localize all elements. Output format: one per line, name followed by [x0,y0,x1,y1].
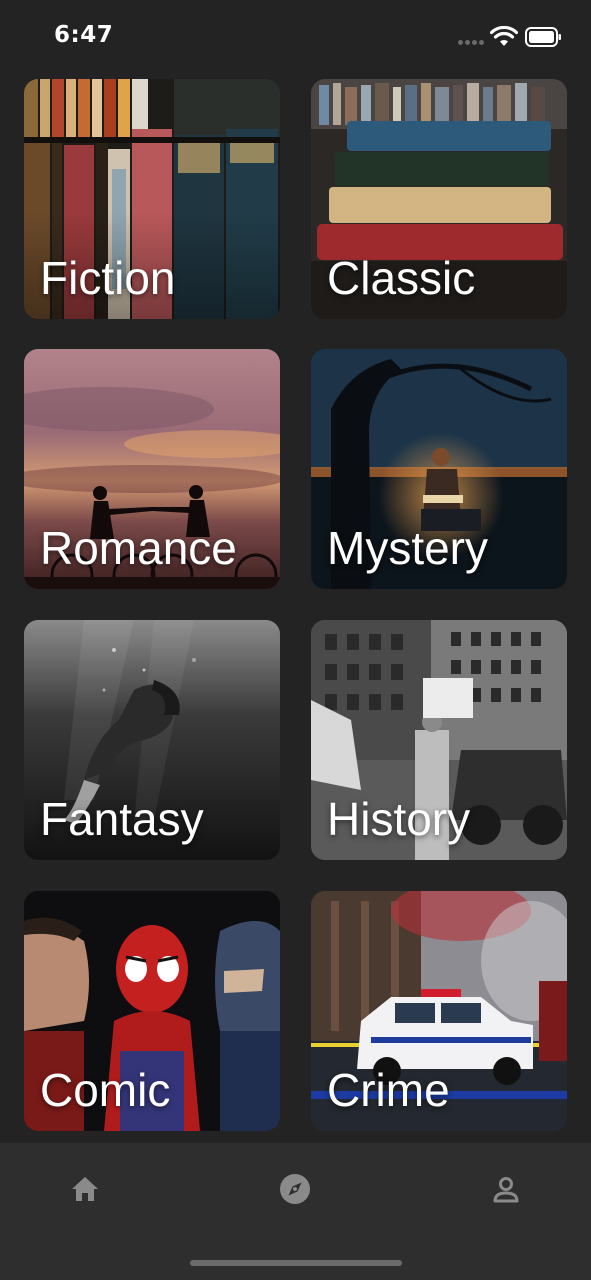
screen: 6:47 Fiction Classic Romance Mystery Fan… [0,0,591,1280]
genre-label: Crime [327,1064,450,1116]
wifi-icon [490,26,518,46]
genre-card-romance[interactable]: Romance [24,349,280,589]
genre-label: History [327,793,471,845]
genre-card-fiction[interactable]: Fiction [24,79,280,319]
genre-label: Classic [327,252,476,304]
genre-card-mystery[interactable]: Mystery [311,349,567,589]
genre-label: Comic [40,1064,171,1116]
genre-card-comic[interactable]: Comic [24,891,280,1131]
signal-dots-icon [458,40,484,46]
home-icon [72,1177,98,1201]
home-indicator [190,1260,402,1266]
genre-card-history[interactable]: History [311,620,567,860]
battery-icon [525,27,561,47]
status-time: 6:47 [54,22,114,48]
nav-profile-button[interactable] [484,1167,528,1211]
person-icon [493,1177,519,1203]
genre-label: Mystery [327,522,488,574]
status-bar: 6:47 [0,0,591,76]
genre-card-crime[interactable]: Crime [311,891,567,1131]
genre-card-classic[interactable]: Classic [311,79,567,319]
nav-home-button[interactable] [63,1167,107,1211]
genre-label: Fiction [40,252,176,304]
bottom-nav [0,1143,591,1280]
genre-card-fantasy[interactable]: Fantasy [24,620,280,860]
genre-label: Fantasy [40,793,204,845]
genre-label: Romance [40,522,237,574]
compass-icon [280,1174,310,1204]
nav-explore-button[interactable] [273,1167,317,1211]
